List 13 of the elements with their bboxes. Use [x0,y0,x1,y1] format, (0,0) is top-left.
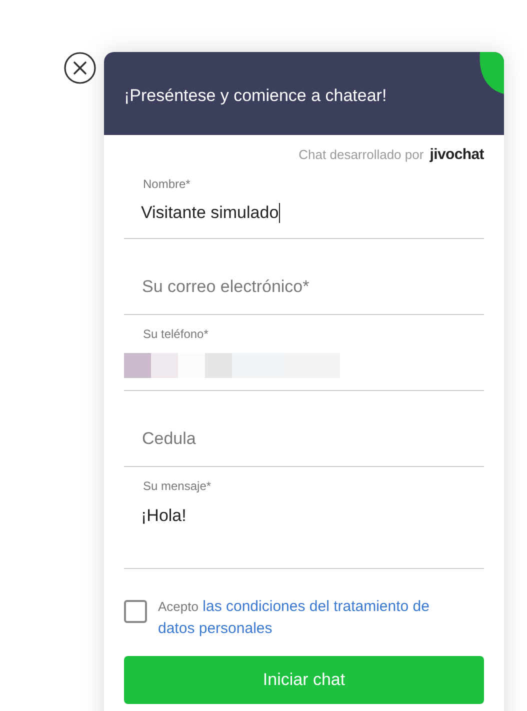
input-field[interactable]: Visitante simulado [124,201,484,225]
message-field[interactable]: ¡Hola! [124,503,484,553]
header-title: ¡Preséntese y comience a chatear! [124,84,387,107]
input-field[interactable]: Cedula [124,426,484,452]
input-field[interactable]: Su correo electrónico* [124,274,484,300]
consent-text[interactable]: Acepto las condiciones del tratamiento de datos personales [158,596,463,640]
field-label: Su mensaje* [143,479,212,493]
close-icon[interactable] [64,52,96,84]
field-label: Su teléfono* [143,327,208,341]
powered-by-text: Chat desarrollado por [298,146,424,164]
brand-logo[interactable]: jivochat [430,144,484,166]
consent-checkbox[interactable] [124,600,147,623]
field-label: Nombre* [143,177,190,191]
